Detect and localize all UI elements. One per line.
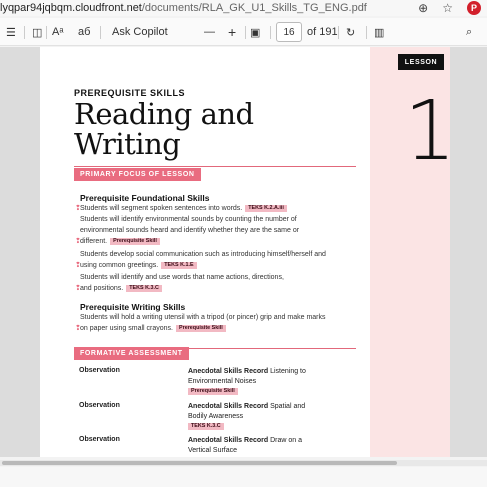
teks-tag: TEKS K.3.C <box>188 423 224 430</box>
pdf-viewer[interactable]: LESSON 1 PREREQUISITE SKILLS Reading and… <box>0 47 487 457</box>
pinterest-icon[interactable]: P <box>467 1 481 15</box>
teks-tag: TEKS K.3.C <box>126 285 162 292</box>
foundational-line: Students will identify and use words tha… <box>80 274 284 281</box>
foundational-line: ❢ and positions. TEKS K.3.C <box>75 284 162 294</box>
assessment-label: Observation <box>79 436 120 443</box>
page-total: of 191 <box>307 26 338 38</box>
sidebar-toggle-icon[interactable]: ◫ <box>32 18 42 46</box>
foundational-line: ❢ Students will segment spoken sentences … <box>75 204 287 214</box>
writing-line: Students will hold a writing utensil wit… <box>80 314 326 321</box>
search-icon[interactable]: ⌕ <box>466 18 472 46</box>
title-line-1: Reading and <box>74 97 254 131</box>
zoom-out-button[interactable]: — <box>204 18 215 46</box>
pdf-page: LESSON 1 PREREQUISITE SKILLS Reading and… <box>40 47 456 457</box>
foundational-line: ❢ using common greetings. TEKS K.1.E <box>75 261 197 271</box>
star-icon[interactable]: ☆ <box>442 1 453 15</box>
url-path: /documents/RLA_GK_U1_Skills_TG_ENG.pdf <box>141 2 367 14</box>
address-bar-icons: ⊕ ☆ P <box>418 0 481 16</box>
prerequisite-tag: Prerequisite Skill <box>110 238 160 245</box>
pdf-toolbar: ☰ ◫ Aᵃ aб Ask Copilot — + ▣ 16 of 191 ↻ … <box>0 18 487 46</box>
assessment-label: Observation <box>79 402 120 409</box>
lesson-number: 1 <box>404 84 457 179</box>
foundational-line: Students develop social communication su… <box>80 251 326 258</box>
title-rule <box>74 166 356 167</box>
hand-icon: ❢ <box>75 285 81 292</box>
foundational-line: Students will identify environmental sou… <box>80 216 297 223</box>
translate-button[interactable]: aб <box>78 18 90 46</box>
teks-tag: TEKS K.1.E <box>161 262 197 269</box>
bottom-strip <box>0 467 487 487</box>
assessment-record: Anecdotal Skills Record <box>188 368 269 375</box>
foundational-heading: Prerequisite Foundational Skills <box>80 193 210 203</box>
foundational-line: ❢ different. Prerequisite Skill <box>75 237 160 247</box>
zoom-in-button[interactable]: + <box>228 18 236 46</box>
fit-page-icon[interactable]: ▣ <box>250 18 260 46</box>
teks-tag: TEKS K.2.A.iii <box>245 205 287 212</box>
prerequisite-tag: Prerequisite Skill <box>176 325 226 332</box>
url-text[interactable]: lyqpar94jqbqm.cloudfront.net/documents/R… <box>0 2 367 14</box>
hand-icon: ❢ <box>75 325 81 332</box>
zoom-icon[interactable]: ⊕ <box>418 1 428 15</box>
page-view-icon[interactable]: ▥ <box>374 18 384 46</box>
writing-line: ❢ on paper using small crayons. Prerequisi… <box>75 324 226 334</box>
title-line-2: Writing <box>74 127 181 161</box>
scrollbar-thumb[interactable] <box>2 461 397 465</box>
primary-focus-banner: PRIMARY FOCUS OF LESSON <box>74 168 201 181</box>
prerequisite-tag: Prerequisite Skill <box>188 388 238 395</box>
assessment-record: Anecdotal Skills Record <box>188 403 269 410</box>
hand-icon: ❢ <box>75 262 81 269</box>
rotate-icon[interactable]: ↻ <box>346 18 355 46</box>
writing-heading: Prerequisite Writing Skills <box>80 302 186 312</box>
hand-icon: ❢ <box>75 238 81 245</box>
foundational-line: environmental sounds heard and identify … <box>80 227 300 234</box>
assessment-record: Anecdotal Skills Record <box>188 437 269 444</box>
address-bar[interactable]: lyqpar94jqbqm.cloudfront.net/documents/R… <box>0 0 487 16</box>
ask-copilot-button[interactable]: Ask Copilot <box>112 18 168 46</box>
menu-icon[interactable]: ☰ <box>6 18 16 46</box>
lesson-badge: LESSON <box>398 54 444 70</box>
formative-banner: FORMATIVE ASSESSMENT <box>74 347 189 360</box>
page-title: Reading and Writing <box>74 99 254 159</box>
lesson-side-panel: LESSON 1 <box>370 47 456 457</box>
url-host: lyqpar94jqbqm.cloudfront.net <box>0 2 142 14</box>
assessment-label: Observation <box>79 367 120 374</box>
read-aloud-button[interactable]: Aᵃ <box>52 18 63 46</box>
hand-icon: ❢ <box>75 205 81 212</box>
page-number-input[interactable]: 16 <box>276 22 302 42</box>
